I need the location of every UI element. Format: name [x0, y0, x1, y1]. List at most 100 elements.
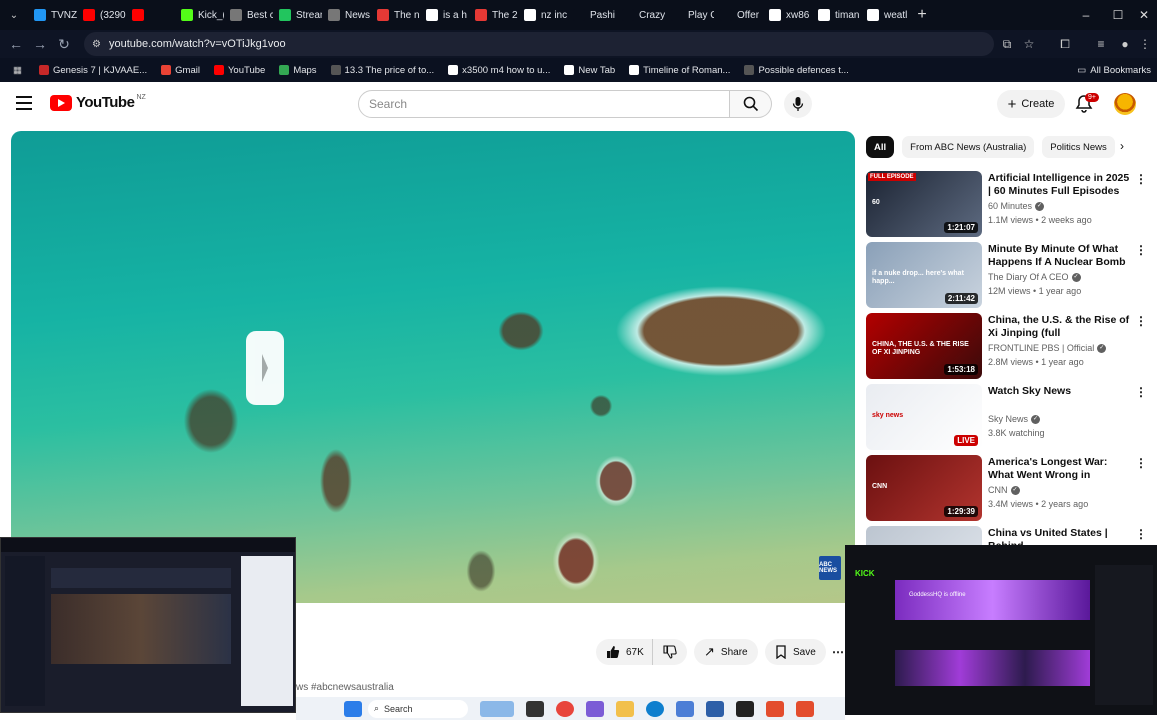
more-options-icon[interactable]: ⋮	[1135, 457, 1147, 473]
mail-icon[interactable]	[706, 700, 724, 717]
bookmark-item[interactable]: Maps	[272, 65, 323, 76]
new-tab-button[interactable]: +	[910, 6, 934, 24]
browser-tab[interactable]: Kick_(	[175, 0, 224, 30]
bookmark-item[interactable]: Genesis 7 | KJVAAE...	[32, 65, 154, 76]
browser-tab[interactable]: Offer	[714, 0, 763, 30]
video-title[interactable]: America's Longest War: What Went Wrong i…	[988, 456, 1130, 483]
search-input[interactable]: Search	[358, 90, 730, 118]
minimize-icon[interactable]: –	[1070, 0, 1102, 30]
recommended-video[interactable]: CNN 1:29:39 America's Longest War: What We…	[866, 455, 1152, 521]
more-options-icon[interactable]: ⋮	[1135, 315, 1147, 331]
filter-chip[interactable]: All	[866, 136, 895, 158]
video-title[interactable]: Minute By Minute Of What Happens If A Nu…	[988, 243, 1130, 270]
browser-tab[interactable]: The n	[371, 0, 420, 30]
more-options-icon[interactable]: ⋮	[1135, 386, 1147, 402]
more-options-icon[interactable]: ⋮	[1135, 528, 1147, 544]
like-button[interactable]: 67K	[596, 639, 652, 665]
expand-panel-handle-icon[interactable]	[246, 331, 284, 405]
chevron-right-icon[interactable]: ›	[1120, 139, 1136, 155]
install-app-icon[interactable]: ⧉	[996, 30, 1018, 58]
guide-menu-icon[interactable]	[16, 96, 32, 110]
sidebar-icon[interactable]: ≡	[1090, 30, 1112, 58]
browser-tab[interactable]: Strean	[273, 0, 322, 30]
windows-start-icon[interactable]	[344, 700, 362, 717]
voice-search-button[interactable]	[784, 90, 812, 118]
browser-tab[interactable]: News	[322, 0, 371, 30]
filter-chip[interactable]: Politics News	[1042, 136, 1115, 158]
more-options-icon[interactable]: ⋮	[1135, 173, 1147, 189]
browser-tab[interactable]	[126, 0, 175, 30]
browser-tab[interactable]: (3290	[77, 0, 126, 30]
back-icon[interactable]: ←	[4, 32, 28, 56]
browser-tab[interactable]: weatl	[861, 0, 910, 30]
more-options-icon[interactable]: ⋮	[1135, 244, 1147, 260]
dislike-button[interactable]	[651, 639, 687, 665]
widgets-icon[interactable]	[480, 700, 514, 717]
task-view-icon[interactable]	[526, 700, 544, 717]
recommended-video[interactable]: CHINA, THE U.S. & THE RISE OF XI JINPING…	[866, 313, 1152, 379]
browser-tab[interactable]: TVNZ	[28, 0, 77, 30]
notification-app-icon-2[interactable]	[796, 700, 814, 717]
terminal-icon[interactable]	[736, 700, 754, 717]
video-hashtags[interactable]: ws #abcnewsaustralia	[296, 682, 394, 693]
browser-tab[interactable]: Best c	[224, 0, 273, 30]
omnibox[interactable]: ⚙ youtube.com/watch?v=vOTiJkg1voo	[84, 32, 994, 56]
screen-share-thumbnail-left[interactable]	[0, 537, 296, 713]
close-window-icon[interactable]: ✕	[1128, 0, 1157, 30]
browser-menu-icon[interactable]: ⋮	[1134, 30, 1156, 58]
video-thumbnail[interactable]: CNN 1:29:39	[866, 455, 982, 521]
extensions-icon[interactable]: ⧠	[1054, 30, 1076, 58]
browser-tab[interactable]: Pashi	[567, 0, 616, 30]
apps-grid-icon[interactable]: ▦	[6, 65, 32, 76]
reload-icon[interactable]: ↻	[52, 32, 76, 56]
recommended-video[interactable]: if a nuke drop... here's what happ... 2:1…	[866, 242, 1152, 308]
share-button[interactable]: ↗ Share	[694, 639, 758, 665]
bookmark-item[interactable]: x3500 m4 how to u...	[441, 65, 557, 76]
screen-share-thumbnail-right[interactable]: KICK GoddessHQ is offline	[845, 545, 1157, 715]
browser-tab[interactable]: The 2	[469, 0, 518, 30]
video-thumbnail[interactable]: sky news LIVE	[866, 384, 982, 450]
site-info-icon[interactable]: ⚙	[92, 39, 101, 50]
channel-name[interactable]: FRONTLINE PBS | Official ✓	[988, 343, 1107, 353]
profile-icon[interactable]: ●	[1114, 30, 1136, 58]
filter-chip[interactable]: From ABC News (Australia)	[902, 136, 1035, 158]
browser-tab[interactable]: nz inc	[518, 0, 567, 30]
more-actions-icon[interactable]: ⋯	[832, 645, 844, 659]
video-title[interactable]: China, the U.S. & the Rise of Xi Jinping…	[988, 314, 1130, 341]
browser-tab[interactable]: Crazy	[616, 0, 665, 30]
channel-name[interactable]: Sky News ✓	[988, 414, 1041, 424]
bookmark-item[interactable]: New Tab	[557, 65, 622, 76]
bookmark-item[interactable]: Timeline of Roman...	[622, 65, 737, 76]
channel-name[interactable]: 60 Minutes ✓	[988, 201, 1045, 211]
bookmark-item[interactable]: 13.3 The price of to...	[324, 65, 442, 76]
file-explorer-icon[interactable]	[616, 700, 634, 717]
save-button[interactable]: Save	[765, 639, 826, 665]
recommended-video[interactable]: 60 FULL EPISODE 1:21:07 Artificial Intellig…	[866, 171, 1152, 237]
chrome-icon[interactable]	[556, 700, 574, 717]
bookmark-item[interactable]: Possible defences t...	[737, 65, 855, 76]
browser-tab[interactable]: is a h	[420, 0, 469, 30]
notification-app-icon[interactable]	[766, 700, 784, 717]
bookmark-item[interactable]: Gmail	[154, 65, 207, 76]
channel-name[interactable]: The Diary Of A CEO ✓	[988, 272, 1081, 282]
recommended-video[interactable]: sky news LIVE Watch Sky News Sky News ✓ 3.8K …	[866, 384, 1152, 450]
video-thumbnail[interactable]: if a nuke drop... here's what happ... 2:1…	[866, 242, 982, 308]
tab-search-menu-icon[interactable]: ⌄	[0, 10, 28, 21]
browser-tab[interactable]: timan	[812, 0, 861, 30]
channel-name[interactable]: CNN ✓	[988, 485, 1020, 495]
youtube-logo[interactable]: YouTube NZ	[50, 94, 146, 111]
copilot-icon[interactable]	[586, 700, 604, 717]
browser-tab[interactable]: Play C	[665, 0, 714, 30]
all-bookmarks-button[interactable]: ▭ All Bookmarks	[1077, 58, 1151, 82]
bookmark-item[interactable]: YouTube	[207, 65, 272, 76]
app-icon[interactable]	[676, 700, 694, 717]
browser-tab[interactable]: xw86	[763, 0, 812, 30]
video-thumbnail[interactable]: CHINA, THE U.S. & THE RISE OF XI JINPING…	[866, 313, 982, 379]
create-button[interactable]: + Create	[997, 90, 1065, 118]
taskbar-search[interactable]: ⌕ Search	[368, 699, 468, 718]
forward-icon[interactable]: →	[28, 32, 52, 56]
video-title[interactable]: Watch Sky News	[988, 385, 1130, 398]
video-title[interactable]: Artificial Intelligence in 2025 | 60 Min…	[988, 172, 1130, 198]
video-thumbnail[interactable]: 60 FULL EPISODE 1:21:07	[866, 171, 982, 237]
account-avatar[interactable]	[1114, 93, 1136, 115]
